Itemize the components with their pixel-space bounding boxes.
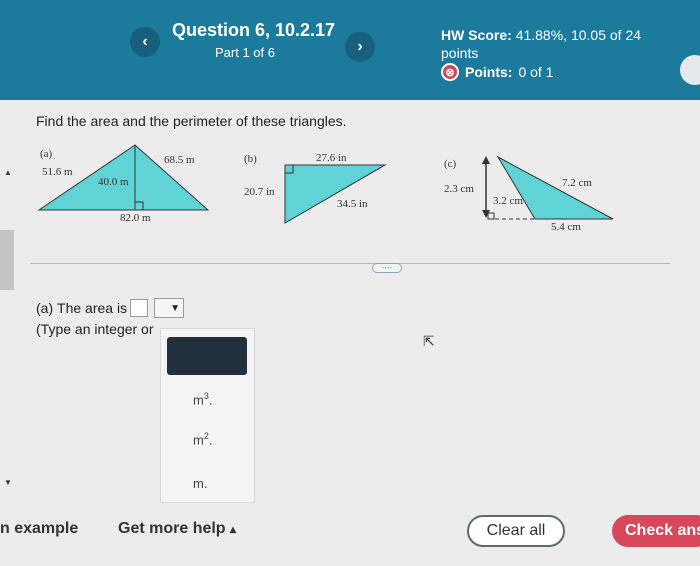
mouse-cursor-icon: ⇱ xyxy=(423,333,435,349)
triangle-a-side-right: 68.5 m xyxy=(164,154,195,166)
triangle-b-top: 27.6 in xyxy=(316,152,347,164)
triangle-c-figure xyxy=(482,155,614,220)
area-answer-input[interactable] xyxy=(130,299,149,317)
caret-up-icon: ▴ xyxy=(230,522,237,536)
triangle-a-base: 82.0 m xyxy=(120,212,151,224)
collapse-arrow-icon[interactable]: ▲ xyxy=(4,168,12,177)
dropdown-highlighted-option[interactable] xyxy=(167,337,247,375)
check-answer-button[interactable]: Check ans xyxy=(612,515,700,547)
option-m-cubed[interactable]: m3. xyxy=(193,391,212,407)
get-more-help-label: Get more help xyxy=(118,520,226,537)
question-title: Question 6, 10.2.17 xyxy=(172,20,336,40)
hw-score: HW Score: 41.88%, 10.05 of 24 points xyxy=(441,26,671,62)
triangle-c-height: 2.3 cm xyxy=(444,183,474,195)
unit-dropdown-menu: m3. m2. m. xyxy=(160,328,255,503)
part-a-label: (a) xyxy=(36,300,54,316)
incorrect-icon: ⊗ xyxy=(441,63,459,81)
triangle-b-figure xyxy=(284,164,387,224)
triangle-c-tag: (c) xyxy=(444,158,457,170)
question-prompt: Find the area and the perimeter of these… xyxy=(36,113,347,129)
triangle-b-shape xyxy=(284,164,387,224)
triangle-b-tag: (b) xyxy=(244,153,257,165)
previous-question-button[interactable]: ‹ xyxy=(130,27,160,57)
triangle-a-tag: (a) xyxy=(40,148,53,160)
settings-button[interactable] xyxy=(680,55,700,85)
points-value: 0 of 1 xyxy=(518,64,554,80)
get-more-help-button[interactable]: Get more help ▴ xyxy=(118,520,236,538)
scrollbar-handle[interactable] xyxy=(0,230,14,290)
hw-score-label: HW Score: xyxy=(441,27,512,43)
triangle-b-hyp: 34.5 in xyxy=(337,198,368,210)
arrow-head-down-icon xyxy=(482,210,490,218)
answer-hint: (Type an integer or xyxy=(36,321,154,337)
caret-down-icon: ▼ xyxy=(170,302,181,314)
clear-all-button[interactable]: Clear all xyxy=(467,515,565,547)
right-angle-marker xyxy=(487,212,495,220)
view-example-link[interactable]: n example xyxy=(0,520,78,538)
show-more-button[interactable]: ···· xyxy=(372,263,402,273)
triangle-b-left: 20.7 in xyxy=(244,186,275,198)
triangle-c-shape xyxy=(496,155,614,220)
arrow-head-up-icon xyxy=(482,156,490,164)
chevron-left-icon: ‹ xyxy=(142,33,148,50)
option-m[interactable]: m. xyxy=(193,476,207,491)
chevron-right-icon: › xyxy=(357,38,363,55)
header-bar: ‹ Question 6, 10.2.17 Part 1 of 6 › HW S… xyxy=(0,0,700,100)
triangle-c-short: 3.2 cm xyxy=(493,195,523,207)
expand-arrow-icon[interactable]: ▼ xyxy=(4,478,12,487)
part-a-question: (a) The area is ▼ xyxy=(36,298,185,318)
part-a-text: The area is xyxy=(57,300,128,316)
triangle-a-side-left: 51.6 m xyxy=(42,166,73,178)
points-label: Points: xyxy=(465,64,513,80)
unit-select[interactable]: ▼ xyxy=(154,298,185,318)
triangle-c-base: 5.4 cm xyxy=(551,221,581,233)
triangle-a-height: 40.0 m xyxy=(98,176,129,188)
points-status: ⊗ Points: 0 of 1 xyxy=(441,63,553,81)
option-m-squared[interactable]: m2. xyxy=(193,431,212,447)
section-divider xyxy=(30,263,670,264)
part-label: Part 1 of 6 xyxy=(215,45,275,60)
triangle-c-long: 7.2 cm xyxy=(562,177,592,189)
next-question-button[interactable]: › xyxy=(345,32,375,62)
